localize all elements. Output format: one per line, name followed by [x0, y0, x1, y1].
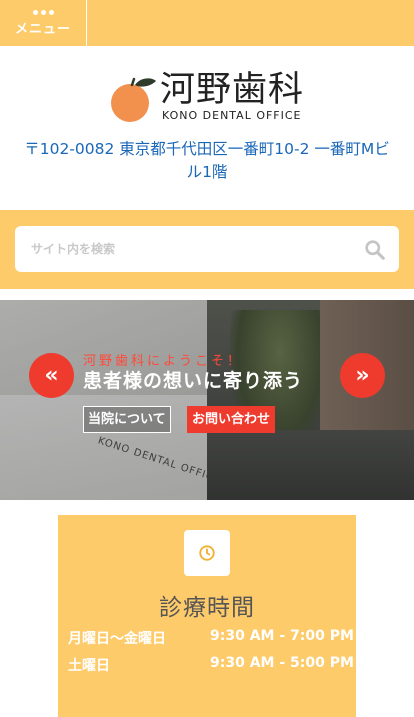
- site-logo[interactable]: 河野歯科 KONO DENTAL OFFICE: [110, 71, 305, 123]
- top-bar: メニュー: [0, 0, 414, 46]
- clock-icon: [199, 545, 215, 561]
- office-hours-card: 診療時間 月曜日〜金曜日 9:30 AM - 7:00 PM 土曜日 9:30 …: [58, 515, 356, 717]
- site-header: 河野歯科 KONO DENTAL OFFICE 〒102-0082 東京都千代田…: [0, 46, 414, 210]
- about-button[interactable]: 当院について: [83, 406, 171, 433]
- search-input[interactable]: [15, 226, 355, 272]
- hours-row: 土曜日 9:30 AM - 5:00 PM: [68, 655, 354, 677]
- hero-slider: KONO DENTAL OFFICE « » 河野歯科にようこそ！ 患者様の想い…: [0, 300, 414, 500]
- menu-label: メニュー: [14, 21, 71, 37]
- search-box: [15, 226, 399, 272]
- hours-row: 月曜日〜金曜日 9:30 AM - 7:00 PM: [68, 628, 354, 650]
- slider-next-button[interactable]: »: [340, 353, 385, 398]
- contact-button[interactable]: お問い合わせ: [187, 406, 276, 433]
- hours-day: 月曜日〜金曜日: [68, 631, 166, 647]
- hours-time: 9:30 AM - 5:00 PM: [210, 655, 354, 671]
- logo-name-jp: 河野歯科: [160, 70, 305, 110]
- menu-button[interactable]: メニュー: [0, 0, 87, 46]
- hero-title: 患者様の想いに寄り添う: [83, 370, 304, 392]
- slider-prev-button[interactable]: «: [29, 353, 74, 398]
- hours-title: 診療時間: [159, 595, 255, 621]
- dots-icon: [32, 9, 54, 15]
- search-section: [0, 210, 414, 289]
- clock-icon-box: [184, 530, 230, 576]
- orange-logo-icon: [111, 77, 156, 122]
- hours-time: 9:30 AM - 7:00 PM: [210, 628, 354, 644]
- clinic-address[interactable]: 〒102-0082 東京都千代田区一番町10-2 一番町Mビル1階: [18, 138, 396, 184]
- search-icon[interactable]: [364, 239, 385, 260]
- hero-overlay: [0, 300, 414, 500]
- logo-name-en: KONO DENTAL OFFICE: [162, 109, 302, 122]
- hours-day: 土曜日: [68, 658, 110, 674]
